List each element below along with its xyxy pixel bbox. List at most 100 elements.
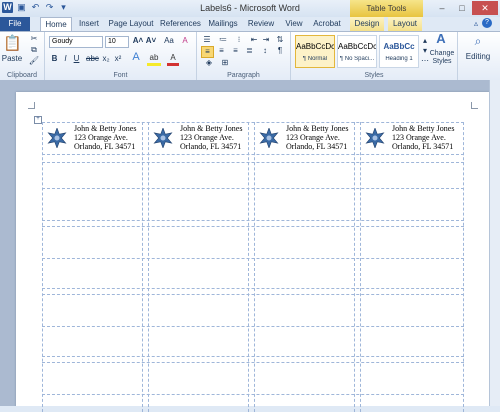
italic-icon[interactable]: I xyxy=(61,54,70,64)
table-gridline xyxy=(254,122,255,412)
text-effects-icon[interactable]: A xyxy=(129,52,143,63)
vertical-scrollbar[interactable] xyxy=(489,80,500,406)
style-heading-1[interactable]: AaBbCc Heading 1 xyxy=(379,35,419,68)
increase-indent-icon[interactable]: ⇥ xyxy=(261,35,271,45)
address-block: John & Betty Jones 123 Orange Ave. Orlan… xyxy=(286,124,348,151)
font-family-box[interactable]: Goudy xyxy=(49,36,103,48)
grow-font-icon[interactable]: A˄ xyxy=(132,36,144,46)
justify-icon[interactable]: ≣ xyxy=(244,46,255,56)
tab-insert[interactable]: Insert xyxy=(76,17,102,31)
help-icon[interactable]: ? xyxy=(482,18,492,28)
table-gridline xyxy=(42,220,464,221)
ribbon: 📋 Paste ✂ ⧉ 🖌 Clipboard Goudy 10 A˄ A˅ A… xyxy=(0,31,500,81)
style-no-spacing[interactable]: AaBbCcDc ¶ No Spaci... xyxy=(337,35,377,68)
numbering-icon[interactable]: ≔ xyxy=(217,35,229,45)
tab-file[interactable]: File xyxy=(0,17,30,31)
close-icon[interactable]: ✕ xyxy=(472,1,498,15)
mailing-label[interactable]: John & Betty Jones 123 Orange Ave. Orlan… xyxy=(44,124,142,152)
table-gridline xyxy=(42,122,43,412)
align-left-icon[interactable]: ≡ xyxy=(201,46,214,58)
addressee-name: John & Betty Jones xyxy=(180,124,243,133)
styles-group-label: Styles xyxy=(364,72,384,79)
binoculars-icon[interactable]: ⌕ xyxy=(470,35,486,47)
bullets-icon[interactable]: ☰ xyxy=(201,35,213,45)
mailing-label[interactable]: John & Betty Jones 123 Orange Ave. Orlan… xyxy=(150,124,248,152)
window-controls: – □ ✕ xyxy=(432,1,498,15)
pilcrow-icon[interactable]: ¶ xyxy=(275,46,285,56)
minimize-ribbon-icon[interactable]: ▵ xyxy=(474,19,478,28)
borders-icon[interactable]: ⊞ xyxy=(219,58,231,68)
tab-review[interactable]: Review xyxy=(246,17,276,31)
copy-icon[interactable]: ⧉ xyxy=(28,45,40,55)
tab-page-layout[interactable]: Page Layout xyxy=(108,17,154,31)
line-spacing-icon[interactable]: ↕ xyxy=(259,46,271,56)
table-move-handle-icon[interactable]: + xyxy=(34,116,42,124)
highlight-icon[interactable]: ab xyxy=(147,53,161,66)
paste-icon[interactable]: 📋 xyxy=(3,34,22,54)
table-gridline xyxy=(354,122,355,412)
tab-design[interactable]: Design xyxy=(350,17,384,31)
table-gridline xyxy=(42,162,464,163)
editing-button[interactable]: Editing xyxy=(460,52,496,62)
mailing-label[interactable]: John & Betty Jones 123 Orange Ave. Orlan… xyxy=(256,124,354,152)
change-case-icon[interactable]: Aa xyxy=(162,36,176,46)
label-table[interactable]: John & Betty Jones 123 Orange Ave. Orlan… xyxy=(42,122,464,412)
superscript-icon[interactable]: x² xyxy=(113,54,123,64)
mailing-label[interactable]: John & Betty Jones 123 Orange Ave. Orlan… xyxy=(362,124,462,152)
multilevel-list-icon[interactable]: ⁝ xyxy=(233,35,245,45)
styles-scroll-up-icon[interactable]: ▴ xyxy=(421,36,429,46)
bold-icon[interactable]: B xyxy=(50,54,59,64)
crop-mark xyxy=(471,102,478,109)
minimize-icon[interactable]: – xyxy=(432,1,452,15)
sort-icon[interactable]: ⇅ xyxy=(275,35,285,45)
tab-view[interactable]: View xyxy=(282,17,306,31)
table-gridline xyxy=(42,326,464,327)
change-styles-icon[interactable]: A xyxy=(432,32,450,45)
table-gridline xyxy=(148,122,149,412)
editing-group: ⌕ Editing xyxy=(458,32,500,80)
paste-button[interactable]: Paste xyxy=(1,54,23,64)
addressee-name: John & Betty Jones xyxy=(286,124,349,133)
street-address: 123 Orange Ave. xyxy=(286,133,340,142)
subscript-icon[interactable]: x₂ xyxy=(101,54,111,64)
font-color-icon[interactable]: A xyxy=(167,53,179,66)
align-right-icon[interactable]: ≡ xyxy=(230,46,241,56)
style-normal[interactable]: AaBbCcDc ¶ Normal xyxy=(295,35,335,68)
table-tools-header: Table Tools xyxy=(350,0,423,17)
format-painter-icon[interactable]: 🖌 xyxy=(28,56,40,66)
shrink-font-icon[interactable]: A˅ xyxy=(145,36,157,46)
table-gridline xyxy=(42,356,464,357)
tab-mailings[interactable]: Mailings xyxy=(206,17,240,31)
table-gridline xyxy=(142,122,143,412)
decrease-indent-icon[interactable]: ⇤ xyxy=(249,35,259,45)
tab-home[interactable]: Home xyxy=(40,17,72,32)
underline-icon[interactable]: U xyxy=(72,54,81,64)
table-gridline xyxy=(42,226,464,227)
table-gridline xyxy=(360,122,361,412)
street-address: 123 Orange Ave. xyxy=(74,133,128,142)
strikethrough-icon[interactable]: abc xyxy=(86,54,99,64)
table-gridline xyxy=(42,288,464,289)
table-gridline xyxy=(42,362,464,363)
city-state-zip: Orlando, FL 34571 xyxy=(392,142,454,151)
shading-icon[interactable]: ◈ xyxy=(203,58,215,68)
address-block: John & Betty Jones 123 Orange Ave. Orlan… xyxy=(180,124,242,151)
star-icon xyxy=(153,128,173,148)
cut-icon[interactable]: ✂ xyxy=(28,34,40,44)
tab-layout[interactable]: Layout xyxy=(388,17,422,31)
tab-references[interactable]: References xyxy=(160,17,201,31)
align-center-icon[interactable]: ≡ xyxy=(216,46,227,56)
maximize-icon[interactable]: □ xyxy=(452,1,472,15)
city-state-zip: Orlando, FL 34571 xyxy=(180,142,242,151)
font-size-box[interactable]: 10 xyxy=(105,36,129,48)
table-gridline xyxy=(42,258,464,259)
style-preview: AaBbCc xyxy=(383,42,415,51)
tab-acrobat[interactable]: Acrobat xyxy=(312,17,342,31)
clear-formatting-icon[interactable]: A xyxy=(179,36,191,46)
change-styles-button[interactable]: Change Styles xyxy=(428,50,456,66)
street-address: 123 Orange Ave. xyxy=(180,133,234,142)
style-name: ¶ No Spaci... xyxy=(339,56,375,62)
street-address: 123 Orange Ave. xyxy=(392,133,446,142)
styles-group: AaBbCcDc ¶ Normal AaBbCcDc ¶ No Spaci...… xyxy=(291,32,458,80)
font-group: Goudy 10 A˄ A˅ Aa A B I U abc x₂ x² A ab… xyxy=(45,32,197,80)
